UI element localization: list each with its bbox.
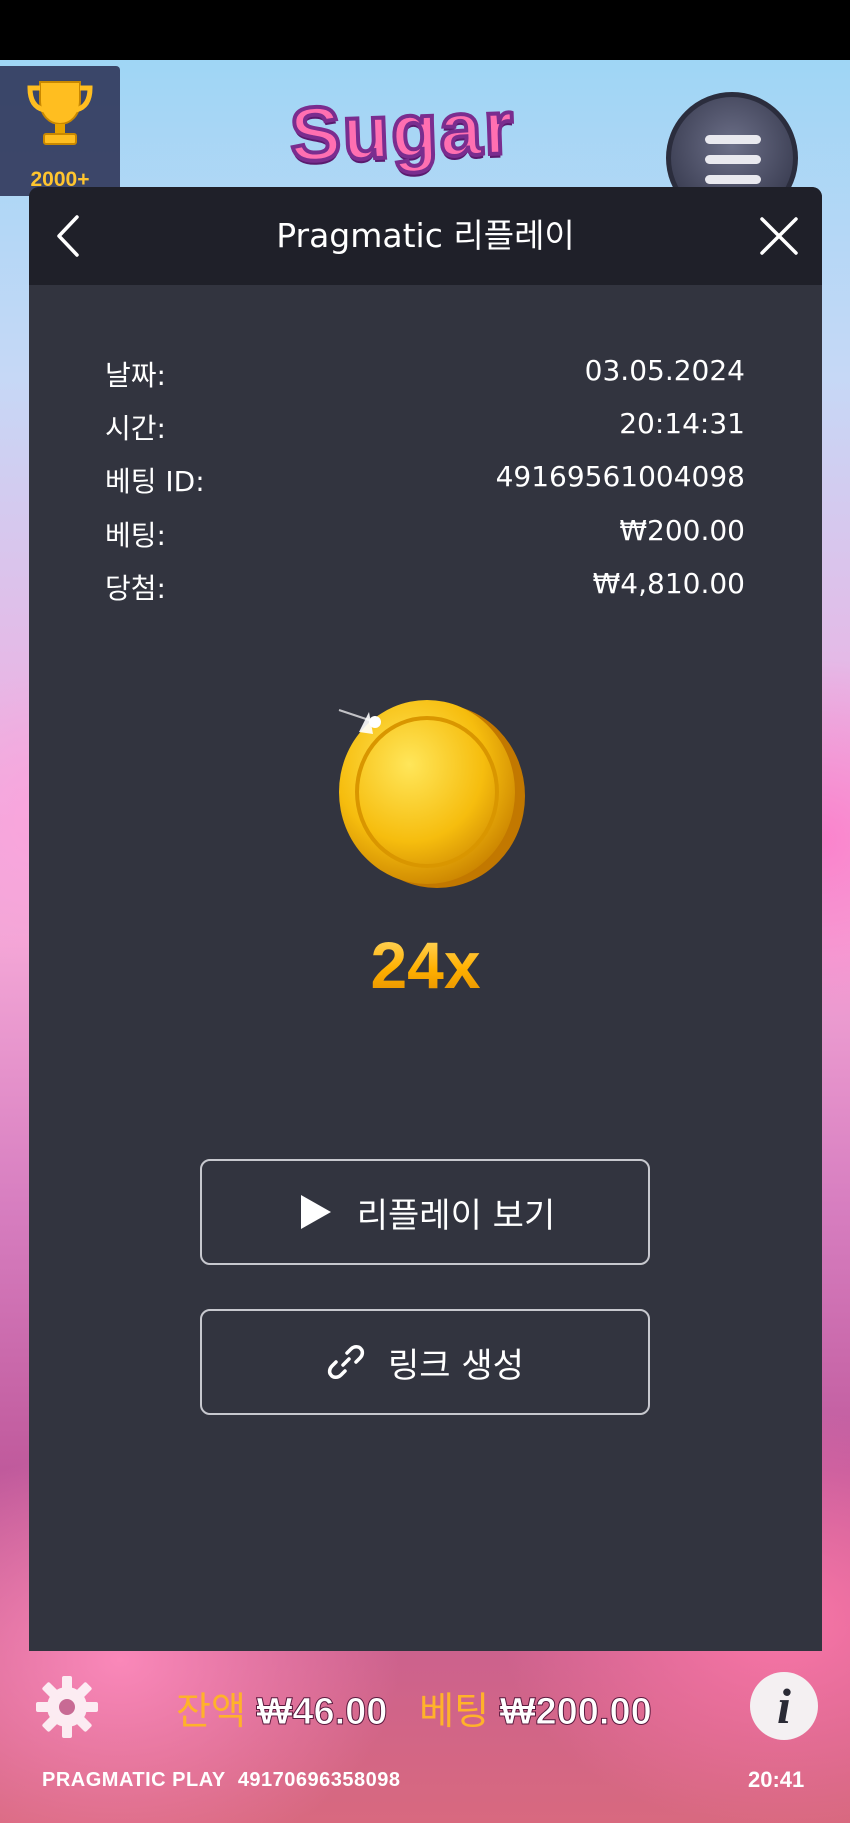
win-multiplier: 24x: [29, 927, 822, 1003]
gear-icon[interactable]: [34, 1674, 100, 1740]
bet-label: 베팅: [419, 1689, 490, 1733]
tournament-widget[interactable]: 2000+: [0, 66, 120, 196]
play-icon: [300, 1195, 331, 1229]
info-row-bet: 베팅: ₩200.00: [105, 514, 745, 558]
win-value: ₩4,810.00: [592, 567, 745, 600]
footer-provider: PRAGMATIC PLAY 49170696358098: [42, 1769, 401, 1792]
win-label: 당첨:: [105, 572, 166, 605]
close-icon[interactable]: [754, 211, 804, 261]
clock: 20:41: [748, 1767, 805, 1792]
bet-amount-label: 베팅:: [105, 519, 166, 552]
info-icon[interactable]: i: [750, 1672, 818, 1740]
create-link-button[interactable]: 링크 생성: [200, 1309, 650, 1415]
balance-value: ₩46.00: [256, 1691, 388, 1734]
bet-id-value: 49169561004098: [495, 460, 745, 493]
provider-name: PRAGMATIC PLAY: [42, 1769, 226, 1791]
info-row-time: 시간: 20:14:31: [105, 407, 745, 451]
trophy-icon: [27, 81, 93, 145]
dialog-header: Pragmatic 리플레이: [29, 187, 822, 285]
dialog-title: Pragmatic 리플레이: [276, 216, 575, 255]
game-logo: Sugar: [287, 83, 519, 180]
bet-value: ₩200.00: [499, 1691, 652, 1734]
date-value: 03.05.2024: [584, 354, 745, 387]
info-row-win: 당첨: ₩4,810.00: [105, 567, 745, 611]
watch-replay-label: 리플레이 보기: [356, 1195, 556, 1236]
replay-dialog: Pragmatic 리플레이 날짜: 03.05.2024 시간: 20:14:…: [29, 187, 822, 1651]
bet-id-label: 베팅 ID:: [105, 465, 205, 498]
bet-amount-value: ₩200.00: [619, 514, 745, 547]
time-label: 시간:: [105, 412, 166, 445]
watch-replay-button[interactable]: 리플레이 보기: [200, 1159, 650, 1265]
balance-bet-display: 잔액 ₩46.00 베팅 ₩200.00: [176, 1680, 652, 1735]
info-row-bet-id: 베팅 ID: 49169561004098: [105, 460, 745, 504]
date-label: 날짜:: [105, 359, 166, 392]
time-value: 20:14:31: [619, 407, 745, 440]
coin-icon: [338, 700, 525, 888]
link-icon: [327, 1345, 365, 1379]
round-id: 49170696358098: [237, 1769, 401, 1791]
create-link-label: 링크 생성: [388, 1345, 524, 1386]
balance-label: 잔액: [176, 1689, 246, 1733]
info-row-date: 날짜: 03.05.2024: [105, 354, 745, 398]
